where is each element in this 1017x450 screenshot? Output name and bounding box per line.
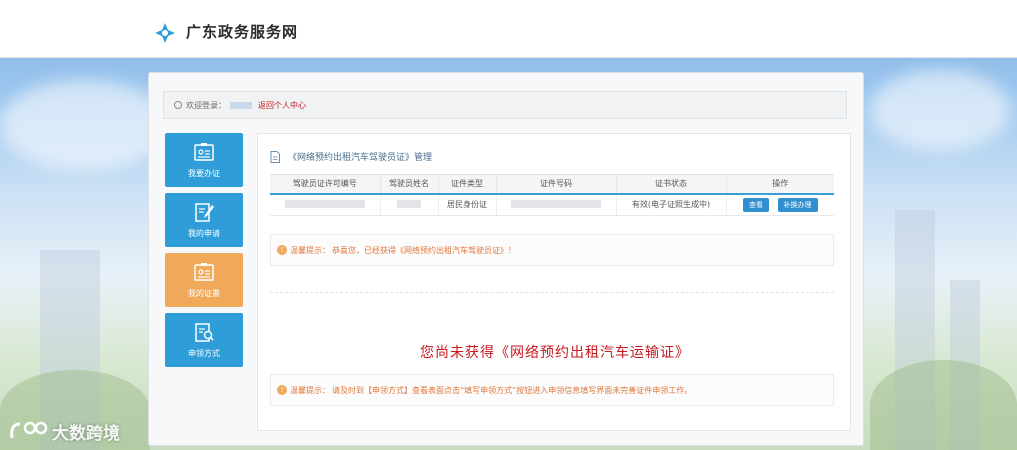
sidebar-item-label: 我要办证 bbox=[188, 169, 220, 178]
sidebar-nav: 我要办证 我的申请 我的证書 申领方式 bbox=[165, 133, 243, 373]
main-panel: 欢迎登录： 返回个人中心 我要办证 我的申请 我的证書 申领方式 《网络预约出租… bbox=[148, 72, 864, 446]
username-masked bbox=[230, 101, 252, 109]
watermark-logo-icon bbox=[10, 421, 48, 439]
info-icon: ! bbox=[277, 385, 287, 395]
sidebar-item-label: 申领方式 bbox=[188, 349, 220, 358]
id-card-icon bbox=[194, 143, 214, 161]
masked-value bbox=[284, 199, 365, 208]
masked-value bbox=[397, 199, 421, 208]
cert-type-cell: 居民身份证 bbox=[437, 193, 496, 216]
background-cloud bbox=[870, 70, 1010, 150]
return-personal-center-link[interactable]: 返回个人中心 bbox=[258, 100, 306, 111]
congrats-tip: ! 温馨提示： 恭喜您，已经获得《网络预约出租汽车驾驶员证》！ bbox=[270, 234, 834, 266]
section-title: 《网络预约出租汽车驾驶员证》管理 bbox=[270, 150, 432, 163]
table-header-row: 驾驶员证许可编号 驾驶员姓名 证件类型 证件号码 证书状态 操作 bbox=[270, 174, 834, 195]
user-circle-icon bbox=[174, 101, 182, 109]
actions-cell: 查看 补换办理 bbox=[725, 193, 834, 216]
not-obtained-message: 您尚未获得《网络预约出租汽车运输证》 bbox=[420, 345, 690, 361]
watermark: 大数跨境 bbox=[8, 418, 120, 444]
sidebar-item-label: 我的证書 bbox=[188, 289, 220, 298]
sidebar-item-label: 我的申请 bbox=[188, 229, 220, 238]
column-header: 驾驶员姓名 bbox=[379, 174, 438, 195]
sidebar-item-apply-cert[interactable]: 我要办证 bbox=[165, 133, 243, 187]
id-card-icon bbox=[194, 263, 214, 281]
cert-status-cell: 有效(电子证照生成中) bbox=[615, 193, 726, 216]
certificate-content: 《网络预约出租汽车驾驶员证》管理 驾驶员证许可编号 驾驶员姓名 证件类型 证件号… bbox=[257, 133, 851, 431]
tip-label: 温馨提示： bbox=[290, 245, 330, 255]
tip-text: 请及时到【申领方式】查看表面点击“填写申领方式”按钮进入申领信息填写界面未完善证… bbox=[332, 385, 693, 395]
sidebar-item-my-certificates[interactable]: 我的证書 bbox=[165, 253, 243, 307]
column-header: 证件号码 bbox=[495, 174, 616, 195]
document-icon bbox=[270, 150, 280, 163]
edit-document-icon bbox=[195, 203, 214, 222]
driver-name-cell bbox=[379, 193, 438, 216]
license-number-cell bbox=[270, 193, 380, 216]
sidebar-item-apply-method[interactable]: 申领方式 bbox=[165, 313, 243, 367]
welcome-bar: 欢迎登录： 返回个人中心 bbox=[163, 91, 847, 119]
background-tree bbox=[870, 360, 1017, 450]
view-button[interactable]: 查看 bbox=[742, 197, 769, 212]
site-logo-icon[interactable] bbox=[153, 21, 177, 45]
sidebar-item-my-applications[interactable]: 我的申请 bbox=[165, 193, 243, 247]
welcome-label: 欢迎登录： bbox=[186, 100, 226, 110]
site-header: 广东政务服务网 bbox=[0, 0, 1017, 58]
column-header: 操作 bbox=[725, 174, 834, 195]
id-number-cell bbox=[495, 193, 616, 216]
masked-value bbox=[511, 199, 601, 208]
tip-label: 温馨提示： bbox=[290, 385, 330, 395]
column-header: 证书状态 bbox=[615, 174, 726, 195]
section-title-text: 《网络预约出租汽车驾驶员证》管理 bbox=[288, 153, 433, 163]
info-icon: ! bbox=[277, 245, 287, 255]
column-header: 驾驶员证许可编号 bbox=[270, 174, 380, 195]
certificate-table: 驾驶员证许可编号 驾驶员姓名 证件类型 证件号码 证书状态 操作 居民身份证 有… bbox=[270, 174, 834, 216]
replace-button[interactable]: 补换办理 bbox=[777, 197, 818, 212]
watermark-text: 大数跨境 bbox=[52, 423, 120, 444]
site-title: 广东政务服务网 bbox=[186, 23, 299, 41]
apply-method-tip: ! 温馨提示： 请及时到【申领方式】查看表面点击“填写申领方式”按钮进入申领信息… bbox=[270, 374, 834, 406]
divider bbox=[270, 292, 834, 293]
document-search-icon bbox=[195, 323, 214, 342]
table-row: 居民身份证 有效(电子证照生成中) 查看 补换办理 bbox=[270, 193, 834, 216]
tip-text: 恭喜您，已经获得《网络预约出租汽车驾驶员证》！ bbox=[332, 245, 516, 255]
column-header: 证件类型 bbox=[437, 174, 496, 195]
background-cloud bbox=[0, 80, 170, 170]
